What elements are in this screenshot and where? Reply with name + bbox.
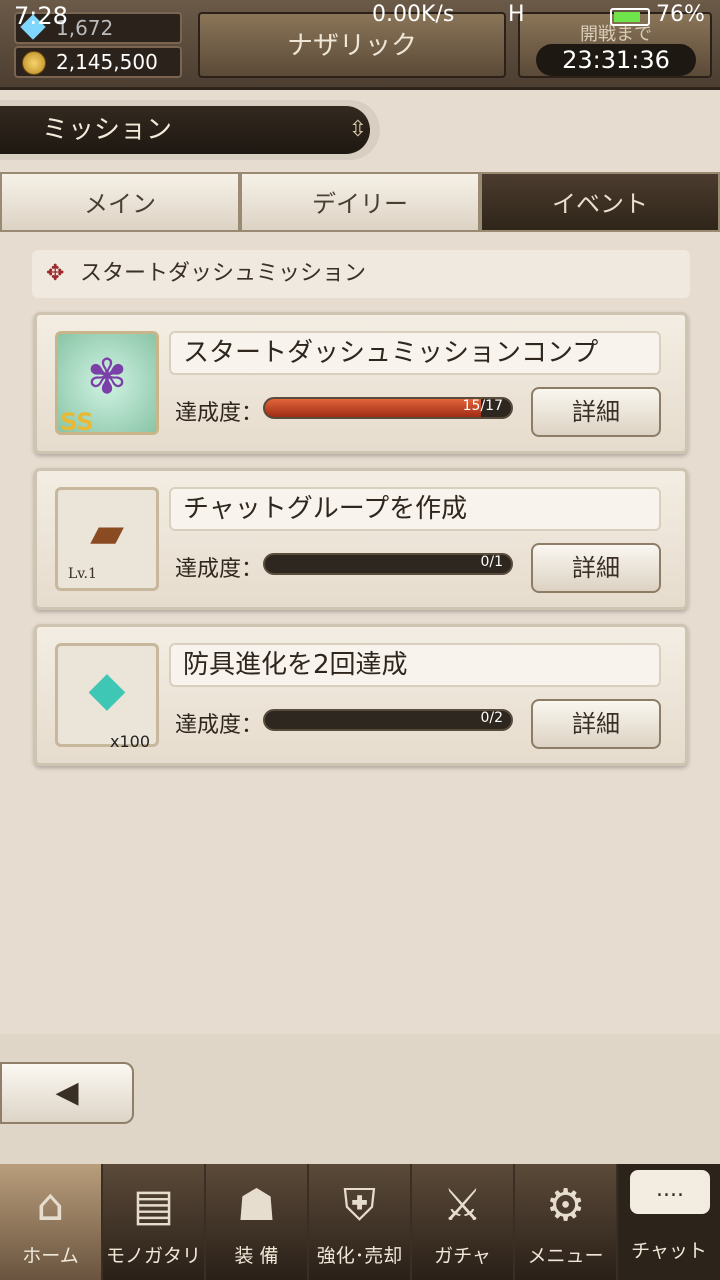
progress-label: 達成度： bbox=[175, 401, 264, 426]
progress-label: 達成度： bbox=[175, 713, 264, 738]
tab-daily[interactable]: デイリー bbox=[240, 172, 480, 232]
progress-bar: 15/17 bbox=[263, 397, 513, 419]
chat-label: チャット bbox=[631, 1240, 707, 1262]
battery-pct: 76% bbox=[656, 2, 705, 27]
progress-fill bbox=[265, 399, 482, 417]
nav-gacha[interactable]: ⚔ ガチャ bbox=[412, 1164, 515, 1280]
nav-menu[interactable]: ⚙ メニュー bbox=[515, 1164, 618, 1280]
nav-label: ホーム bbox=[22, 1245, 79, 1267]
nav-label: 強化･売却 bbox=[316, 1245, 403, 1267]
nav-story[interactable]: ▤ モノガタリ bbox=[103, 1164, 206, 1280]
status-time: 7:28 bbox=[14, 2, 68, 30]
progress-bar: 0/2 bbox=[263, 709, 513, 731]
gear-icon: ⚙ bbox=[545, 1180, 586, 1231]
nav-label: メニュー bbox=[527, 1245, 604, 1267]
book-icon: ▰ bbox=[90, 507, 124, 558]
crystal-icon: ◆ bbox=[88, 661, 126, 717]
progress-label: 達成度： bbox=[175, 557, 264, 582]
mission-name: 防具進化を2回達成 bbox=[169, 643, 661, 687]
tab-event[interactable]: イベント bbox=[480, 172, 720, 232]
rank-badge: SS bbox=[60, 408, 94, 436]
butterfly-icon: ✾ bbox=[86, 349, 128, 405]
progress-text: 0/1 bbox=[480, 554, 503, 570]
mission-name: スタートダッシュミッションコンプ bbox=[169, 331, 661, 375]
battery-icon bbox=[610, 8, 650, 26]
book-icon: ▤ bbox=[132, 1180, 175, 1231]
bottom-nav: ⌂ ホーム ▤ モノガタリ ☗ 装 備 ⛨ 強化･売却 ⚔ ガチャ ⚙ メニュー bbox=[0, 1164, 720, 1280]
detail-button[interactable]: 詳細 bbox=[531, 387, 661, 437]
progress-text: 15/17 bbox=[462, 398, 503, 414]
chat-bubble-icon: .... bbox=[630, 1170, 710, 1214]
card-image: ✾ SS bbox=[55, 331, 159, 436]
quantity-badge: x100 bbox=[110, 732, 151, 751]
nav-equip[interactable]: ☗ 装 備 bbox=[206, 1164, 309, 1280]
status-signal: H bbox=[508, 2, 525, 27]
coin-counter: 2,145,500 bbox=[14, 46, 182, 78]
nav-label: ガチャ bbox=[434, 1245, 491, 1267]
armor-icon: ☗ bbox=[236, 1180, 277, 1231]
detail-button[interactable]: 詳細 bbox=[531, 699, 661, 749]
mission-tabs: メイン デイリー イベント bbox=[0, 172, 720, 232]
level-badge: Lv.1 bbox=[68, 566, 97, 582]
mission-name: チャットグループを作成 bbox=[169, 487, 661, 531]
mission-bar: ミッション bbox=[0, 100, 380, 160]
nav-label: モノガタリ bbox=[105, 1245, 201, 1267]
mission-card-3: ◆ x100 防具進化を2回達成 達成度： 0/2 詳細 bbox=[34, 624, 688, 766]
status-net: 0.00K/s bbox=[372, 2, 455, 27]
castle-icon: ⌂ bbox=[36, 1180, 65, 1231]
progress-bar: 0/1 bbox=[263, 553, 513, 575]
swords-icon: ⚔ bbox=[442, 1180, 483, 1231]
clover-icon: ✥ bbox=[46, 261, 65, 286]
progress-text: 0/2 bbox=[480, 710, 503, 726]
nav-enhance[interactable]: ⛨ 強化･売却 bbox=[309, 1164, 412, 1280]
card-image: ◆ x100 bbox=[55, 643, 159, 751]
nav-home[interactable]: ⌂ ホーム bbox=[0, 1164, 103, 1280]
scroll-icon[interactable]: ⇳ bbox=[346, 114, 370, 146]
mission-card-1: ✾ SS スタートダッシュミッションコンプ 達成度： 15/17 詳細 bbox=[34, 312, 688, 454]
coin-icon bbox=[22, 51, 46, 75]
nav-label: 装 備 bbox=[234, 1245, 279, 1267]
detail-button[interactable]: 詳細 bbox=[531, 543, 661, 593]
back-arrow-icon: ◀ bbox=[55, 1075, 79, 1110]
card-image: ▰ Lv.1 bbox=[55, 487, 159, 591]
coin-value: 2,145,500 bbox=[56, 50, 158, 74]
back-button[interactable]: ◀ bbox=[0, 1062, 134, 1124]
mission-title: ミッション bbox=[0, 106, 370, 154]
status-bar: 7:28 0.00K/s H 76% bbox=[0, 0, 720, 34]
section-header: スタートダッシュミッション bbox=[32, 250, 690, 298]
mission-card-2: ▰ Lv.1 チャットグループを作成 達成度： 0/1 詳細 bbox=[34, 468, 688, 610]
timer-value: 23:31:36 bbox=[536, 44, 696, 76]
shield-icon: ⛨ bbox=[343, 1180, 376, 1231]
tab-main[interactable]: メイン bbox=[0, 172, 240, 232]
